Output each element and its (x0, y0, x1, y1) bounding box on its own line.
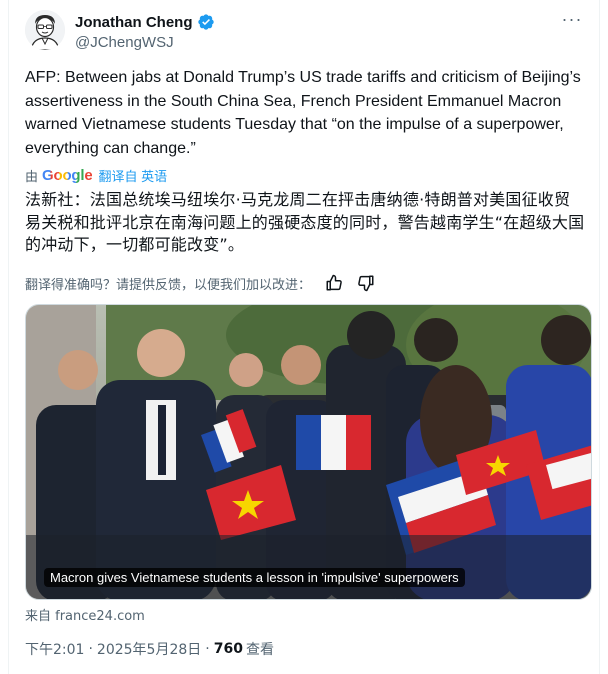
views-count: 760 (213, 641, 243, 657)
news-photo (26, 305, 591, 599)
avatar[interactable] (25, 10, 65, 50)
google-logo: Google (42, 166, 93, 184)
tweet-meta: 下午2:01 · 2025年5月28日 · 760 查看 (25, 639, 274, 659)
translated-from-link[interactable]: 翻译自 英语 (98, 166, 167, 185)
views-label: 查看 (245, 642, 274, 658)
meta-separator: · (205, 641, 210, 657)
author-name-row: Jonathan Cheng (75, 13, 215, 31)
author-name[interactable]: Jonathan Cheng (75, 14, 193, 31)
media-caption: Macron gives Vietnamese students a lesso… (44, 568, 465, 587)
media-card[interactable]: Macron gives Vietnamese students a lesso… (25, 304, 592, 600)
more-options-icon[interactable]: ··· (559, 10, 585, 32)
feedback-prompt: 翻译得准确吗？请提供反馈，以便我们加以改进： (25, 277, 312, 293)
meta-separator: · (88, 641, 93, 657)
thumbs-up-icon[interactable] (325, 274, 343, 292)
author-handle[interactable]: @JChengWSJ (75, 34, 174, 51)
translated-text: 法新社：法国总统埃马纽埃尔·马克龙周二在抨击唐纳德·特朗普对美国征收贸易关税和批… (25, 190, 585, 254)
tweet-card: Jonathan Cheng @JChengWSJ ··· AFP: Betwe… (8, 0, 600, 674)
translation-attribution: 由 Google 翻译自 英语 (25, 166, 167, 184)
link-source[interactable]: 来自 france24.com (25, 605, 145, 624)
translation-feedback: 翻译得准确吗？请提供反馈，以便我们加以改进： (25, 272, 375, 294)
tweet-header: Jonathan Cheng @JChengWSJ ··· (25, 10, 585, 54)
tweet-date[interactable]: 2025年5月28日 (97, 639, 201, 659)
translation-by-prefix: 由 (25, 168, 39, 184)
tweet-time[interactable]: 下午2:01 (25, 639, 84, 659)
thumbs-down-icon[interactable] (357, 274, 375, 292)
tweet-text: AFP: Between jabs at Donald Trump’s US t… (25, 69, 581, 157)
verified-badge-icon (197, 14, 214, 30)
